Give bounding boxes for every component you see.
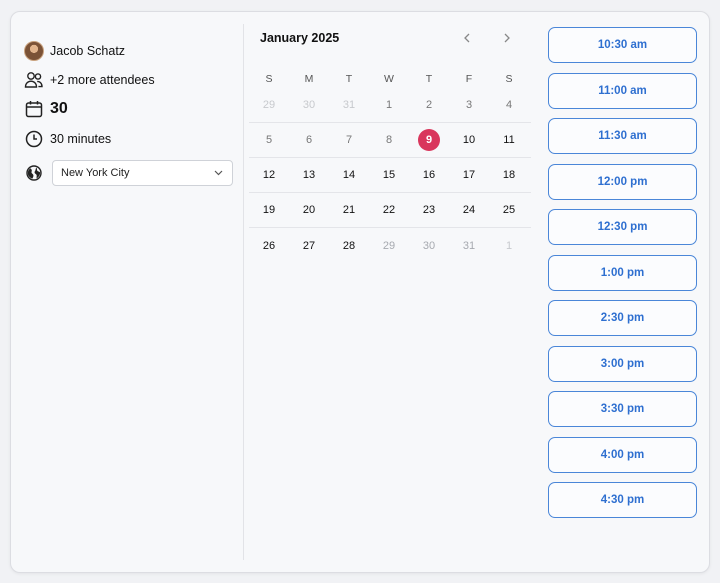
calendar-day[interactable]: 27 (298, 235, 320, 257)
time-slot-button[interactable]: 1:00 pm (548, 254, 697, 291)
calendar-week-row: 19 20 21 22 23 24 25 (249, 193, 531, 228)
calendar-day[interactable]: 29 (258, 94, 280, 116)
previous-month-button[interactable] (459, 30, 475, 46)
time-slot-button[interactable]: 4:30 pm (548, 482, 697, 518)
next-month-button[interactable] (499, 30, 515, 46)
calendar-header: January 2025 (249, 24, 531, 50)
weekday-header: SMTWTFS (249, 73, 531, 85)
duration-text: 30 minutes (50, 132, 112, 146)
calendar-day[interactable]: 2 (418, 94, 440, 116)
users-icon (24, 70, 44, 90)
calendar-day[interactable]: 30 (298, 94, 320, 116)
calendar-day[interactable]: 16 (418, 164, 440, 186)
calendar-grid: 29 30 31 1 2 3 4 5 6 7 8 9 10 11 12 13 14 15 16 17 18 19 20 21 2… (249, 88, 531, 263)
date-row: 30 (24, 97, 68, 121)
calendar-week-row: 12 13 14 15 16 17 18 (249, 158, 531, 193)
chevron-down-icon (214, 170, 223, 176)
time-slot-button[interactable]: 11:30 am (548, 118, 697, 154)
time-slot-button[interactable]: 3:30 pm (548, 391, 697, 427)
date-text: 30 (50, 100, 68, 117)
calendar-week-row: 29 30 31 1 2 3 4 (249, 88, 531, 123)
time-slot-button[interactable]: 2:30 pm (548, 300, 697, 336)
avatar (24, 41, 44, 61)
calendar-day[interactable]: 15 (378, 164, 400, 186)
time-slot-list: 10:30 am 11:00 am 11:30 am 12:00 pm 12:30 pm… (548, 27, 697, 528)
time-slot-button[interactable]: 12:30 pm (548, 209, 697, 245)
calendar-day[interactable]: 23 (418, 199, 440, 221)
clock-icon (24, 129, 44, 149)
calendar-day[interactable]: 24 (458, 199, 480, 221)
calendar-day[interactable]: 13 (298, 164, 320, 186)
calendar-day[interactable]: 14 (338, 164, 360, 186)
calendar-day[interactable]: 3 (458, 94, 480, 116)
weekday-label: S (265, 73, 273, 85)
calendar-day[interactable]: 25 (498, 199, 520, 221)
time-slot-button[interactable]: 10:30 am (548, 27, 697, 63)
calendar-day[interactable]: 19 (258, 199, 280, 221)
calendar-day[interactable]: 28 (338, 235, 360, 257)
weekday-label: W (384, 73, 394, 85)
timezone-row: New York City (24, 160, 233, 186)
weekday-label: T (425, 73, 433, 85)
timezone-value: New York City (61, 167, 130, 179)
calendar-day[interactable]: 22 (378, 199, 400, 221)
calendar-day[interactable]: 4 (498, 94, 520, 116)
calendar-day[interactable]: 21 (338, 199, 360, 221)
weekday-label: M (304, 73, 314, 85)
chevron-right-icon (504, 33, 510, 43)
calendar-day[interactable]: 30 (418, 235, 440, 257)
calendar-day[interactable]: 17 (458, 164, 480, 186)
time-slot-button[interactable]: 12:00 pm (548, 163, 697, 200)
column-divider (243, 24, 244, 560)
calendar-day[interactable]: 31 (458, 235, 480, 257)
calendar-week-row: 26 27 28 29 30 31 1 (249, 228, 531, 263)
host-row: Jacob Schatz (24, 39, 125, 63)
calendar-day[interactable]: 8 (378, 129, 400, 151)
weekday-label: F (465, 73, 473, 85)
chevron-left-icon (464, 33, 470, 43)
booking-card: Jacob Schatz +2 more attendees 30 30 min… (10, 11, 710, 573)
calendar-day[interactable]: 20 (298, 199, 320, 221)
weekday-label: T (345, 73, 353, 85)
calendar-week-row: 5 6 7 8 9 10 11 (249, 123, 531, 158)
duration-row: 30 minutes (24, 127, 111, 151)
time-slot-button[interactable]: 4:00 pm (548, 436, 697, 473)
calendar-day[interactable]: 31 (338, 94, 360, 116)
host-name: Jacob Schatz (50, 44, 126, 58)
time-slot-button[interactable]: 11:00 am (548, 72, 697, 109)
selected-day[interactable]: 9 (418, 129, 440, 151)
weekday-label: S (505, 73, 513, 85)
calendar-day[interactable]: 26 (258, 235, 280, 257)
calendar-day[interactable]: 10 (458, 129, 480, 151)
calendar: January 2025 SMTWTFS 29 30 31 1 2 3 4 5 6 7 8 9 10 11… (249, 24, 531, 252)
time-slot-button[interactable]: 3:00 pm (548, 345, 697, 382)
calendar-day[interactable]: 7 (338, 129, 360, 151)
calendar-day[interactable]: 11 (498, 129, 520, 151)
calendar-icon (24, 99, 44, 119)
calendar-day[interactable]: 5 (258, 129, 280, 151)
calendar-day[interactable]: 12 (258, 164, 280, 186)
host-avatar (24, 41, 44, 61)
attendees-text: +2 more attendees (50, 73, 155, 87)
attendees-row: +2 more attendees (24, 68, 155, 92)
calendar-day[interactable]: 6 (298, 129, 320, 151)
month-title: January 2025 (260, 31, 340, 45)
calendar-day[interactable]: 1 (378, 94, 400, 116)
calendar-day[interactable]: 29 (378, 235, 400, 257)
globe-icon (24, 163, 44, 183)
calendar-day[interactable]: 18 (498, 164, 520, 186)
timezone-select[interactable]: New York City (52, 160, 233, 186)
calendar-day[interactable]: 1 (498, 235, 520, 257)
